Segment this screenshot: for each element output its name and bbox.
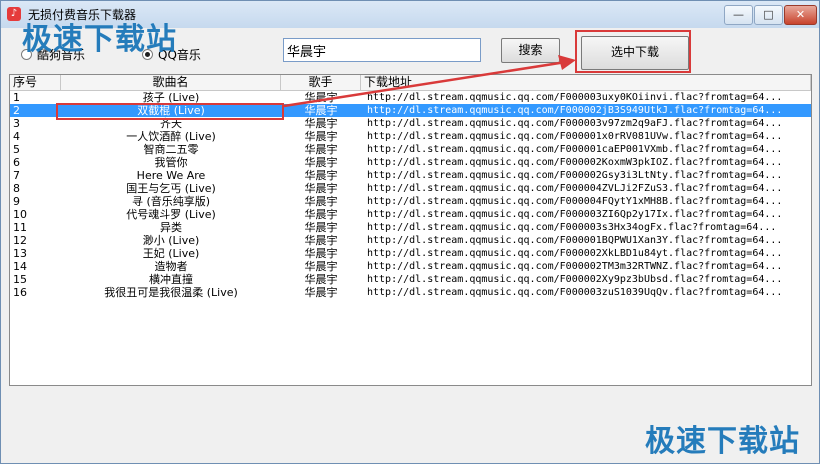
row-artist: 华晨宇 — [304, 104, 338, 117]
row-artist: 华晨宇 — [304, 260, 338, 273]
row-song-name: 代号魂斗罗 (Live) — [126, 208, 216, 221]
row-artist: 华晨宇 — [304, 130, 338, 143]
row-index: 9 — [13, 195, 20, 208]
column-header-song-name[interactable]: 歌曲名 — [61, 75, 281, 90]
table-row[interactable]: 5 智商二五零 华晨宇 http://dl.stream.qqmusic.qq.com… — [10, 143, 811, 156]
table-row[interactable]: 8 国王与乞丐 (Live) 华晨宇 http://dl.stream.qqmusic… — [10, 182, 811, 195]
row-download-url: http://dl.stream.qqmusic.qq.com/F000003Z… — [367, 209, 783, 220]
row-artist: 华晨宇 — [304, 156, 338, 169]
annotation-frame-download-button — [575, 30, 691, 73]
table-row[interactable]: 10 代号魂斗罗 (Live) 华晨宇 http://dl.stream.qqmusi… — [10, 208, 811, 221]
row-song-name: 异类 — [160, 221, 182, 234]
row-index: 16 — [13, 286, 27, 299]
row-index: 13 — [13, 247, 27, 260]
list-header: 序号 歌曲名 歌手 下载地址 — [10, 75, 811, 91]
table-row[interactable]: 16 我很丑可是我很温柔 (Live) 华晨宇 http://dl.stream.qq… — [10, 286, 811, 299]
table-row[interactable]: 11 异类 华晨宇 http://dl.stream.qqmusic.qq.com/F… — [10, 221, 811, 234]
row-download-url: http://dl.stream.qqmusic.qq.com/F000002K… — [367, 157, 783, 168]
row-artist: 华晨宇 — [304, 195, 338, 208]
row-download-url: http://dl.stream.qqmusic.qq.com/F000004Z… — [367, 183, 783, 194]
row-index: 12 — [13, 234, 27, 247]
row-song-name: 王妃 (Live) — [142, 247, 200, 260]
row-song-name: 我很丑可是我很温柔 (Live) — [104, 286, 238, 299]
row-song-name: 横冲直撞 — [149, 273, 193, 286]
row-download-url: http://dl.stream.qqmusic.qq.com/F000003s… — [367, 222, 777, 233]
row-download-url: http://dl.stream.qqmusic.qq.com/F000003u… — [367, 92, 783, 103]
row-download-url: http://dl.stream.qqmusic.qq.com/F000002G… — [367, 170, 783, 181]
row-download-url: http://dl.stream.qqmusic.qq.com/F000002X… — [367, 274, 783, 285]
table-row[interactable]: 14 造物者 华晨宇 http://dl.stream.qqmusic.qq.com/… — [10, 260, 811, 273]
table-row[interactable]: 9 寻 (音乐纯享版) 华晨宇 http://dl.stream.qqmusic.qq… — [10, 195, 811, 208]
minimize-button[interactable]: — — [724, 5, 753, 25]
song-list[interactable]: 序号 歌曲名 歌手 下载地址 1 孩子 (Live) 华晨宇 http://dl.st… — [9, 74, 812, 386]
watermark-top: 极速下载站 — [22, 22, 177, 57]
row-song-name: 造物者 — [154, 260, 188, 273]
annotation-frame-selected-row — [56, 103, 284, 120]
row-artist: 华晨宇 — [304, 221, 338, 234]
row-download-url: http://dl.stream.qqmusic.qq.com/F000001c… — [367, 144, 783, 155]
row-artist: 华晨宇 — [304, 247, 338, 260]
row-index: 2 — [13, 104, 20, 117]
music-note-icon: ♪ — [7, 7, 21, 21]
row-artist: 华晨宇 — [304, 286, 338, 299]
search-input[interactable] — [283, 38, 481, 62]
row-artist: 华晨宇 — [304, 273, 338, 286]
row-artist: 华晨宇 — [304, 234, 338, 247]
row-index: 3 — [13, 117, 20, 130]
row-index: 5 — [13, 143, 20, 156]
row-song-name: Here We Are — [136, 169, 206, 182]
row-download-url: http://dl.stream.qqmusic.qq.com/F000001x… — [367, 131, 783, 142]
row-index: 4 — [13, 130, 20, 143]
watermark-bottom: 极速下载站 — [645, 424, 800, 459]
close-button[interactable]: ✕ — [784, 5, 817, 25]
row-artist: 华晨宇 — [304, 208, 338, 221]
table-row[interactable]: 13 王妃 (Live) 华晨宇 http://dl.stream.qqmusic.q… — [10, 247, 811, 260]
list-body: 1 孩子 (Live) 华晨宇 http://dl.stream.qqmusic.qq… — [10, 91, 811, 299]
row-index: 7 — [13, 169, 20, 182]
row-download-url: http://dl.stream.qqmusic.qq.com/F000002X… — [367, 248, 783, 259]
row-index: 10 — [13, 208, 27, 221]
row-song-name: 国王与乞丐 (Live) — [126, 182, 216, 195]
row-song-name: 我管你 — [154, 156, 188, 169]
row-download-url: http://dl.stream.qqmusic.qq.com/F000003v… — [367, 118, 783, 129]
column-header-index[interactable]: 序号 — [10, 75, 61, 90]
table-row[interactable]: 6 我管你 华晨宇 http://dl.stream.qqmusic.qq.com/F… — [10, 156, 811, 169]
column-header-download-url[interactable]: 下载地址 — [361, 75, 811, 90]
app-window: ♪ 无损付费音乐下载器 — □ ✕ 酷狗音乐 QQ音乐 搜索 选中下载 序号 歌… — [0, 0, 820, 464]
row-index: 8 — [13, 182, 20, 195]
row-index: 15 — [13, 273, 27, 286]
row-download-url: http://dl.stream.qqmusic.qq.com/F000002T… — [367, 261, 783, 272]
row-download-url: http://dl.stream.qqmusic.qq.com/F000003z… — [367, 287, 783, 298]
row-index: 14 — [13, 260, 27, 273]
row-artist: 华晨宇 — [304, 169, 338, 182]
row-index: 1 — [13, 91, 20, 104]
row-download-url: http://dl.stream.qqmusic.qq.com/F000004F… — [367, 196, 783, 207]
row-artist: 华晨宇 — [304, 143, 338, 156]
row-index: 6 — [13, 156, 20, 169]
row-download-url: http://dl.stream.qqmusic.qq.com/F000001B… — [367, 235, 783, 246]
table-row[interactable]: 12 渺小 (Live) 华晨宇 http://dl.stream.qqmusic.q… — [10, 234, 811, 247]
row-download-url: http://dl.stream.qqmusic.qq.com/F000002j… — [367, 105, 783, 116]
row-artist: 华晨宇 — [304, 117, 338, 130]
row-song-name: 智商二五零 — [143, 143, 199, 156]
table-row[interactable]: 4 一人饮酒醉 (Live) 华晨宇 http://dl.stream.qqmusic… — [10, 130, 811, 143]
row-song-name: 渺小 (Live) — [142, 234, 200, 247]
search-button[interactable]: 搜索 — [501, 38, 560, 63]
row-artist: 华晨宇 — [304, 91, 338, 104]
row-song-name: 寻 (音乐纯享版) — [131, 195, 211, 208]
table-row[interactable]: 7 Here We Are 华晨宇 http://dl.stream.qqmusic.… — [10, 169, 811, 182]
row-index: 11 — [13, 221, 27, 234]
table-row[interactable]: 15 横冲直撞 华晨宇 http://dl.stream.qqmusic.qq.com… — [10, 273, 811, 286]
column-header-artist[interactable]: 歌手 — [281, 75, 361, 90]
maximize-button[interactable]: □ — [754, 5, 783, 25]
row-artist: 华晨宇 — [304, 182, 338, 195]
row-song-name: 一人饮酒醉 (Live) — [126, 130, 216, 143]
